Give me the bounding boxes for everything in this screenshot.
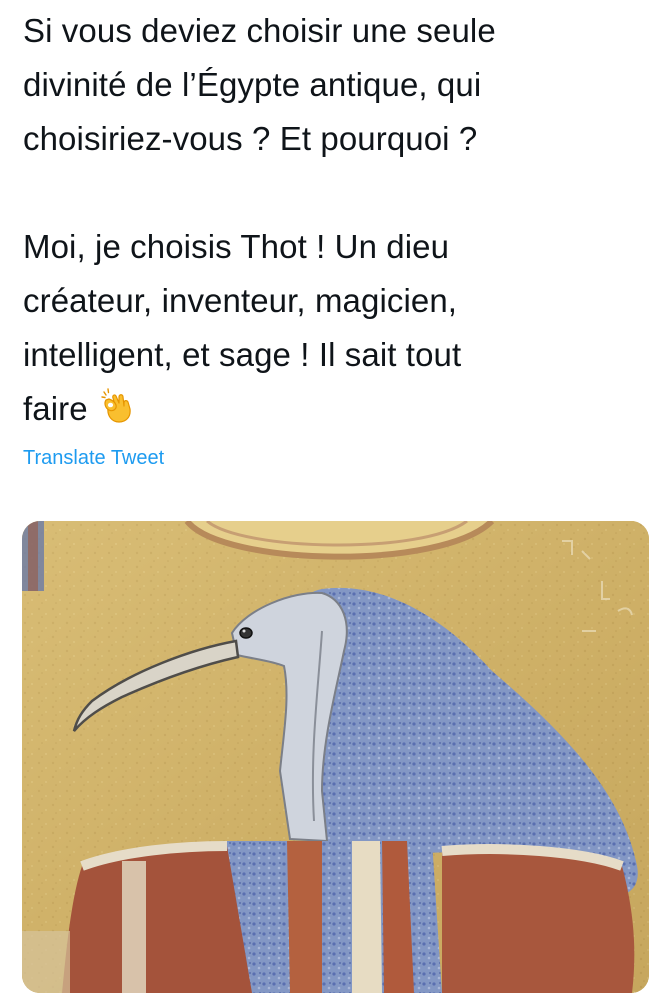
ok-hand-emoji <box>101 388 131 423</box>
tweet-paragraph-question: Si vous deviez choisir une seule divinit… <box>23 4 653 166</box>
tweet: Si vous deviez choisir une seule divinit… <box>0 0 671 1000</box>
tweet-media-image[interactable] <box>22 521 649 993</box>
thoth-ibis-relief-image <box>22 521 649 993</box>
tweet-line: créateur, inventeur, magicien, <box>23 282 458 319</box>
tweet-line: faire <box>23 390 88 427</box>
tweet-line: divinité de l’Égypte antique, qui <box>23 66 482 103</box>
tweet-line: Si vous deviez choisir une seule <box>23 12 496 49</box>
tweet-paragraph-answer: Moi, je choisis Thot ! Un dieu créateur,… <box>23 220 653 436</box>
tweet-text: Si vous deviez choisir une seule divinit… <box>23 4 653 436</box>
tweet-line: intelligent, et sage ! Il sait tout <box>23 336 462 373</box>
translate-tweet-link[interactable]: Translate Tweet <box>23 445 164 471</box>
tweet-line: Moi, je choisis Thot ! Un dieu <box>23 228 450 265</box>
tweet-line: choisiriez-vous ? Et pourquoi ? <box>23 120 478 157</box>
